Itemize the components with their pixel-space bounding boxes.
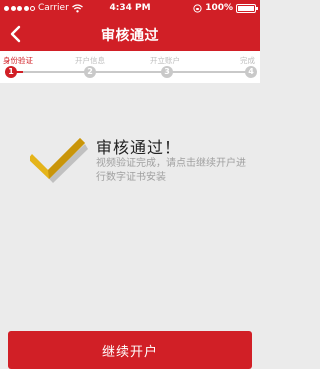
step-circle-1: 1 xyxy=(5,66,17,78)
step-label-account-info: 开户信息 xyxy=(75,56,105,65)
step-label-identity: 身份验证 xyxy=(3,56,33,65)
page-title: 审核通过 xyxy=(101,28,159,44)
battery-percent: 100% xyxy=(205,3,233,13)
result-description: 视频验证完成，请点击继续开户进行数字证书安装 xyxy=(96,158,246,183)
step-label-open-account: 开立账户 xyxy=(150,56,180,65)
progress-line xyxy=(23,71,248,73)
checkmark-icon xyxy=(28,130,90,190)
status-bar: Carrier 4:34 PM 100% xyxy=(0,0,260,18)
continue-open-account-button[interactable]: 继续开户 xyxy=(8,331,252,369)
result-title: 审核通过！ xyxy=(96,138,182,157)
step-label-complete: 完成 xyxy=(240,56,255,65)
progress-steps: 身份验证 开户信息 开立账户 完成 1 2 3 4 xyxy=(0,51,260,83)
top-bar: Carrier 4:34 PM 100% 审核通过 xyxy=(0,0,260,51)
step-circle-2: 2 xyxy=(84,66,96,78)
step-circle-4: 4 xyxy=(245,66,257,78)
battery-icon xyxy=(236,3,258,13)
step-circle-3: 3 xyxy=(161,66,173,78)
navigation-bar: 审核通过 xyxy=(0,18,260,51)
orientation-lock-icon xyxy=(193,3,202,13)
